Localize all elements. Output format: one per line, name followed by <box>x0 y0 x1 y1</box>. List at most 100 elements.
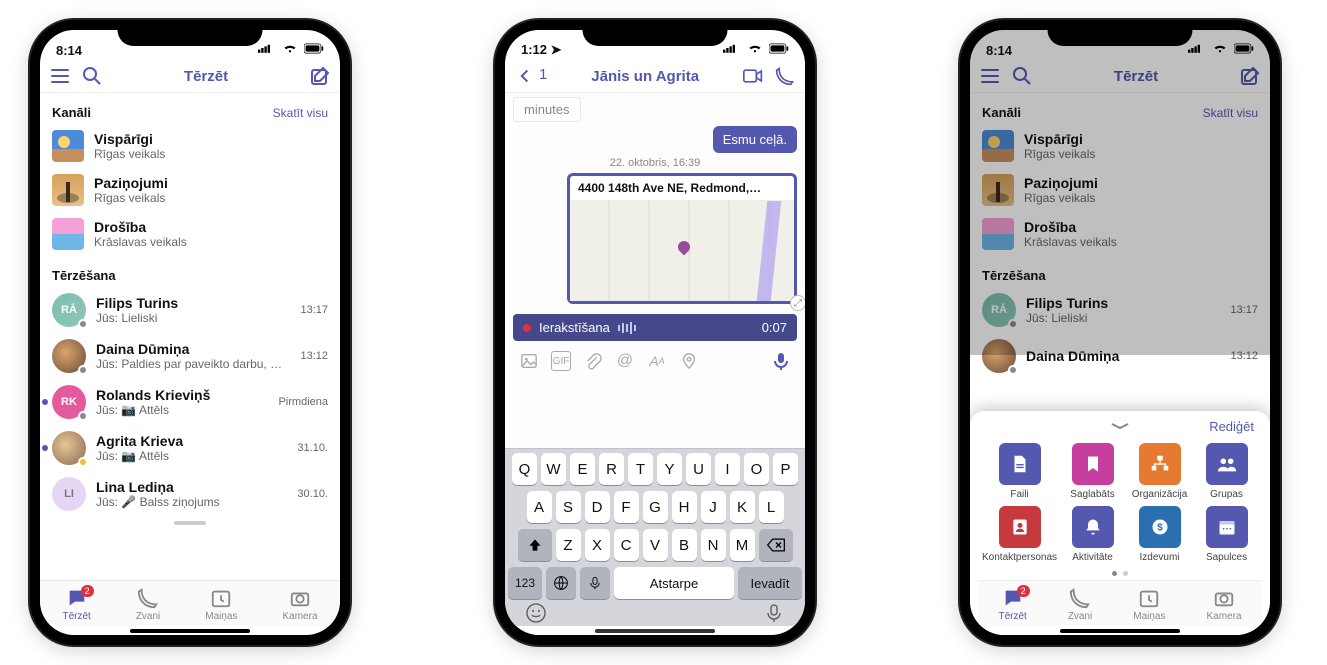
edit-button[interactable]: Rediģēt <box>1209 419 1254 434</box>
key[interactable]: H <box>672 491 697 523</box>
key[interactable]: L <box>759 491 784 523</box>
channel-row[interactable]: PaziņojumiRīgas veikals <box>982 168 1258 212</box>
tab-calls[interactable]: Zvani <box>1068 587 1092 622</box>
chat-row[interactable]: LI Lina LediņaJūs: 🎤 Balss ziņojums 30.1… <box>52 471 328 517</box>
drag-handle-icon[interactable] <box>174 521 206 525</box>
app-files[interactable]: Faili <box>982 443 1057 500</box>
tab-shifts[interactable]: Maiņas <box>205 587 237 622</box>
mention-icon[interactable]: @ <box>615 351 635 371</box>
home-indicator[interactable] <box>130 629 250 633</box>
app-activity[interactable]: Aktivitāte <box>1061 506 1124 563</box>
people-icon <box>1206 443 1248 485</box>
location-pin-icon[interactable] <box>679 351 699 371</box>
tab-chat[interactable]: 2Tērzēt <box>998 587 1026 622</box>
chat-row[interactable]: RĀFilips TurinsJūs: Lieliski13:17 <box>982 287 1258 333</box>
key[interactable]: T <box>628 453 653 485</box>
attach-icon[interactable] <box>583 351 603 371</box>
chat-preview: Jūs: 📷 Attēls <box>96 449 287 463</box>
dictate-icon[interactable] <box>764 603 784 623</box>
see-all-link[interactable]: Skatīt visu <box>273 106 328 120</box>
globe-key[interactable] <box>546 567 576 599</box>
tab-label: Kamera <box>282 611 317 622</box>
key[interactable]: Q <box>512 453 537 485</box>
compose-icon[interactable] <box>310 66 330 86</box>
channel-sub: Krāslavas veikals <box>94 235 328 249</box>
key[interactable]: F <box>614 491 639 523</box>
gif-icon[interactable]: GIF <box>551 351 571 371</box>
chat-row[interactable]: RK Rolands KrieviņšJūs: 📷 Attēls Pirmdie… <box>52 379 328 425</box>
tab-calls[interactable]: Zvani <box>136 587 160 622</box>
recording-bar[interactable]: Ierakstīšana 0:07 <box>513 314 797 341</box>
key[interactable]: V <box>643 529 668 561</box>
app-contacts[interactable]: Kontaktpersonas <box>982 506 1057 563</box>
tab-shifts[interactable]: Maiņas <box>1133 587 1165 622</box>
shift-key[interactable] <box>518 529 552 561</box>
key[interactable]: G <box>643 491 668 523</box>
key[interactable]: K <box>730 491 755 523</box>
video-icon[interactable] <box>743 66 763 86</box>
back-button[interactable]: 1 <box>515 66 547 86</box>
key[interactable]: W <box>541 453 566 485</box>
key[interactable]: P <box>773 453 798 485</box>
menu-icon[interactable] <box>980 66 1000 86</box>
key[interactable]: B <box>672 529 697 561</box>
tab-camera[interactable]: Kamera <box>1206 587 1241 622</box>
home-indicator[interactable] <box>1060 629 1180 633</box>
avatar <box>52 339 86 373</box>
compose-icon[interactable] <box>1240 66 1260 86</box>
channel-row[interactable]: VispārīgiRīgas veikals <box>52 124 328 168</box>
channel-row[interactable]: DrošībaKrāslavas veikals <box>52 212 328 256</box>
app-expenses[interactable]: $Izdevumi <box>1128 506 1191 563</box>
channel-row[interactable]: VispārīgiRīgas veikals <box>982 124 1258 168</box>
app-meetings[interactable]: Sapulces <box>1195 506 1258 563</box>
key[interactable]: Y <box>657 453 682 485</box>
chat-row[interactable]: RĀ Filips TurinsJūs: Lieliski 13:17 <box>52 287 328 333</box>
key[interactable]: I <box>715 453 740 485</box>
home-indicator[interactable] <box>595 629 715 633</box>
image-icon[interactable] <box>519 351 539 371</box>
numbers-key[interactable]: 123 <box>508 567 542 599</box>
key[interactable]: N <box>701 529 726 561</box>
emoji-icon[interactable] <box>526 603 546 623</box>
header: 1 Jānis un Agrita <box>505 60 805 93</box>
see-all-link[interactable]: Skatīt visu <box>1203 106 1258 120</box>
key[interactable]: X <box>585 529 610 561</box>
app-saved[interactable]: Saglabāts <box>1061 443 1124 500</box>
outgoing-message[interactable]: Esmu ceļā. <box>713 126 797 153</box>
chat-row[interactable]: Daina DūmiņaJūs: Paldies par paveikto da… <box>52 333 328 379</box>
key[interactable]: C <box>614 529 639 561</box>
key[interactable]: M <box>730 529 755 561</box>
chat-row[interactable]: Daina Dūmiņa13:12 <box>982 333 1258 379</box>
call-icon[interactable] <box>775 66 795 86</box>
space-key[interactable]: Atstarpe <box>614 567 734 599</box>
format-icon[interactable]: AA <box>647 351 667 371</box>
channel-row[interactable]: DrošībaKrāslavas veikals <box>982 212 1258 256</box>
key[interactable]: Z <box>556 529 581 561</box>
location-card[interactable]: 4400 148th Ave NE, Redmond,… ⤢ <box>567 173 797 304</box>
enter-key[interactable]: Ievadīt <box>738 567 802 599</box>
key[interactable]: S <box>556 491 581 523</box>
app-groups[interactable]: Grupas <box>1195 443 1258 500</box>
mic-icon[interactable] <box>771 351 791 371</box>
tab-camera[interactable]: Kamera <box>282 587 317 622</box>
key[interactable]: O <box>744 453 769 485</box>
app-org[interactable]: Organizācija <box>1128 443 1191 500</box>
backspace-key[interactable] <box>759 529 793 561</box>
key[interactable]: D <box>585 491 610 523</box>
key[interactable]: U <box>686 453 711 485</box>
key[interactable]: J <box>701 491 726 523</box>
key[interactable]: E <box>570 453 595 485</box>
key[interactable]: A <box>527 491 552 523</box>
tab-chat[interactable]: 2 Tērzēt <box>62 587 90 622</box>
header: Tērzēt <box>970 60 1270 93</box>
chat-row[interactable]: Agrita KrievaJūs: 📷 Attēls 31.10. <box>52 425 328 471</box>
dictate-key[interactable] <box>580 567 610 599</box>
key[interactable]: R <box>599 453 624 485</box>
search-icon[interactable] <box>1012 66 1032 86</box>
sheet-handle-icon[interactable] <box>1108 421 1132 431</box>
channels-section: Kanāli Skatīt visu VispārīgiRīgas veikal… <box>40 93 340 256</box>
menu-icon[interactable] <box>50 66 70 86</box>
search-icon[interactable] <box>82 66 102 86</box>
expand-icon[interactable]: ⤢ <box>790 295 805 311</box>
channel-row[interactable]: PaziņojumiRīgas veikals <box>52 168 328 212</box>
